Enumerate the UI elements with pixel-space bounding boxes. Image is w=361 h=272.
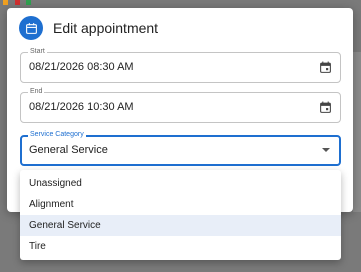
start-field[interactable]: Start 08/21/2026 08:30 AM: [20, 47, 341, 83]
service-category-select[interactable]: Service Category General Service: [20, 130, 341, 166]
option-alignment[interactable]: Alignment: [20, 194, 341, 215]
end-value[interactable]: 08/21/2026 10:30 AM: [29, 101, 134, 113]
calendar-icon[interactable]: [319, 61, 332, 74]
start-value[interactable]: 08/21/2026 08:30 AM: [29, 61, 134, 73]
option-unassigned[interactable]: Unassigned: [20, 173, 341, 194]
dialog-title: Edit appointment: [53, 20, 159, 36]
option-general-service[interactable]: General Service: [20, 215, 341, 236]
background-legend: [0, 0, 140, 8]
end-label: End: [28, 87, 45, 97]
option-tire[interactable]: Tire: [20, 236, 341, 257]
background-panel: [353, 52, 361, 212]
service-category-value[interactable]: General Service: [29, 144, 108, 156]
calendar-badge-icon: [19, 16, 43, 40]
service-category-dropdown: Unassigned Alignment General Service Tir…: [20, 170, 341, 260]
end-field[interactable]: End 08/21/2026 10:30 AM: [20, 87, 341, 123]
service-category-label: Service Category: [28, 130, 86, 140]
dialog-header: Edit appointment: [19, 16, 158, 40]
calendar-icon[interactable]: [319, 101, 332, 114]
start-label: Start: [28, 47, 47, 57]
chevron-down-icon[interactable]: [322, 148, 330, 152]
